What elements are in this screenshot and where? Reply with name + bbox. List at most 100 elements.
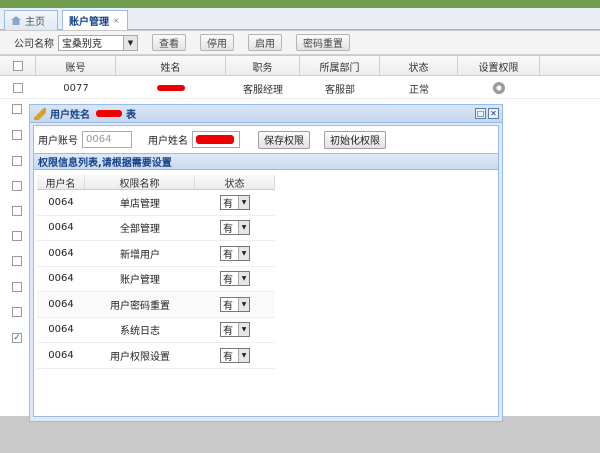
redaction-mark bbox=[96, 110, 122, 117]
row-checkbox[interactable] bbox=[12, 104, 22, 117]
maximize-icon[interactable]: □ bbox=[475, 108, 486, 119]
grid-header: 账号 姓名 职务 所属部门 状态 设置权限 bbox=[0, 56, 600, 76]
view-button[interactable]: 查看 bbox=[152, 34, 186, 51]
table-row[interactable]: 0064 系统日志 有 ▼ bbox=[37, 318, 275, 343]
account-label: 用户账号 bbox=[38, 136, 78, 147]
chevron-down-icon: ▼ bbox=[238, 297, 249, 311]
status-select[interactable]: 有 ▼ bbox=[220, 271, 250, 287]
permission-dialog: 用户姓名 表 □ ✕ 用户账号 0064 用户姓名 保存权限 初始化权限 权限信… bbox=[29, 104, 503, 422]
status-select[interactable]: 有 ▼ bbox=[220, 194, 250, 210]
tab-bar: 主页 账户管理 × bbox=[0, 8, 600, 30]
row-checkbox[interactable] bbox=[12, 156, 22, 169]
table-row[interactable]: 0064 单店管理 有 ▼ bbox=[37, 190, 275, 216]
chevron-down-icon: ▼ bbox=[238, 195, 249, 209]
cell-settings bbox=[458, 77, 540, 99]
status-select[interactable]: 有 ▼ bbox=[220, 347, 250, 363]
status-value: 有 bbox=[223, 275, 233, 287]
close-icon[interactable]: × bbox=[113, 16, 120, 25]
chevron-down-icon: ▼ bbox=[238, 246, 249, 260]
dialog-body: 用户账号 0064 用户姓名 保存权限 初始化权限 权限信息列表,请根据需要设置… bbox=[33, 125, 499, 417]
status-select[interactable]: 有 ▼ bbox=[220, 322, 250, 338]
col-account[interactable]: 账号 bbox=[36, 56, 116, 76]
perm-user: 0064 bbox=[48, 349, 74, 361]
toolbar: 公司名称 宝桑别克 ▼ 查看 停用 启用 密码重置 bbox=[0, 31, 600, 55]
table-row[interactable]: 0064 用户密码重置 有 ▼ bbox=[37, 292, 275, 318]
dialog-title-bar[interactable]: 用户姓名 表 bbox=[30, 105, 502, 123]
select-all-cell bbox=[0, 56, 36, 76]
status-value: 有 bbox=[223, 351, 233, 363]
table-row[interactable]: 0064 全部管理 有 ▼ bbox=[37, 216, 275, 241]
tab-home-label: 主页 bbox=[25, 17, 45, 28]
top-strip bbox=[0, 0, 600, 8]
chevron-down-icon: ▼ bbox=[238, 348, 249, 362]
section-title: 权限信息列表,请根据需要设置 bbox=[34, 154, 498, 170]
gear-icon[interactable] bbox=[493, 82, 505, 94]
col-permission-status[interactable]: 状态 bbox=[195, 175, 275, 190]
status-value: 有 bbox=[223, 300, 233, 312]
perm-status-cell: 有 ▼ bbox=[195, 343, 275, 368]
row-checkbox[interactable] bbox=[13, 83, 23, 93]
account-field[interactable]: 0064 bbox=[82, 131, 132, 148]
company-select[interactable]: 宝桑别克 ▼ bbox=[58, 34, 138, 51]
perm-name: 账户管理 bbox=[120, 275, 160, 287]
col-permission-name[interactable]: 权限名称 bbox=[85, 175, 195, 190]
enable-button[interactable]: 启用 bbox=[248, 34, 282, 51]
pencil-icon bbox=[34, 107, 46, 120]
tab-account-management[interactable]: 账户管理 × bbox=[62, 10, 128, 30]
reset-password-button[interactable]: 密码重置 bbox=[296, 34, 350, 51]
select-all-checkbox[interactable] bbox=[12, 61, 23, 71]
col-role[interactable]: 职务 bbox=[226, 56, 300, 76]
status-value: 有 bbox=[223, 326, 233, 338]
close-icon[interactable]: ✕ bbox=[488, 108, 499, 119]
perm-name: 用户密码重置 bbox=[110, 300, 170, 312]
chevron-down-icon: ▼ bbox=[238, 221, 249, 235]
col-name[interactable]: 姓名 bbox=[116, 56, 226, 76]
table-row[interactable]: 0064 用户权限设置 有 ▼ bbox=[37, 343, 275, 369]
chevron-down-icon: ▼ bbox=[238, 272, 249, 286]
perm-name: 新增用户 bbox=[120, 249, 160, 261]
col-status[interactable]: 状态 bbox=[380, 56, 458, 76]
dialog-tools: □ ✕ bbox=[475, 108, 499, 119]
row-checkbox[interactable] bbox=[12, 282, 22, 295]
perm-status-cell: 有 ▼ bbox=[195, 216, 275, 241]
row-checkbox-checked[interactable]: ✓ bbox=[12, 333, 22, 343]
status-select[interactable]: 有 ▼ bbox=[220, 296, 250, 312]
perm-user: 0064 bbox=[48, 247, 74, 259]
permission-table: 用户名 权限名称 状态 0064 单店管理 有 ▼ 0064 全部管理 有 ▼ 00… bbox=[37, 175, 275, 369]
tab-home[interactable]: 主页 bbox=[4, 10, 58, 30]
table-row[interactable]: 0064 账户管理 有 ▼ bbox=[37, 267, 275, 292]
table-row[interactable]: 0077 客服经理 客服部 正常 bbox=[0, 77, 600, 99]
cell-name bbox=[116, 77, 226, 99]
init-permission-button[interactable]: 初始化权限 bbox=[324, 130, 386, 149]
dialog-title: 用户姓名 bbox=[50, 110, 90, 121]
col-username[interactable]: 用户名 bbox=[37, 175, 85, 190]
perm-name: 系统日志 bbox=[120, 326, 160, 338]
table-row[interactable]: 0064 新增用户 有 ▼ bbox=[37, 241, 275, 267]
chevron-down-icon: ▼ bbox=[123, 35, 137, 50]
user-form-row: 用户账号 0064 用户姓名 保存权限 初始化权限 bbox=[34, 126, 498, 154]
tab-account-label: 账户管理 bbox=[69, 17, 109, 28]
row-checkbox[interactable] bbox=[12, 256, 22, 269]
perm-status-cell: 有 ▼ bbox=[195, 267, 275, 292]
perm-status-cell: 有 ▼ bbox=[195, 318, 275, 343]
redaction-mark bbox=[157, 85, 185, 91]
permission-table-header: 用户名 权限名称 状态 bbox=[37, 175, 275, 190]
perm-user: 0064 bbox=[48, 222, 74, 234]
row-checkbox[interactable] bbox=[12, 206, 22, 219]
row-checkbox[interactable] bbox=[12, 307, 22, 320]
row-checkbox-cell bbox=[0, 77, 36, 99]
row-checkbox[interactable] bbox=[12, 181, 22, 194]
status-value: 有 bbox=[223, 224, 233, 236]
col-permissions[interactable]: 设置权限 bbox=[458, 56, 540, 76]
row-checkbox[interactable] bbox=[12, 231, 22, 244]
status-select[interactable]: 有 ▼ bbox=[220, 245, 250, 261]
status-select[interactable]: 有 ▼ bbox=[220, 220, 250, 236]
disable-button[interactable]: 停用 bbox=[200, 34, 234, 51]
perm-user: 0064 bbox=[48, 196, 74, 208]
save-permission-button[interactable]: 保存权限 bbox=[258, 130, 310, 149]
name-field[interactable] bbox=[192, 131, 240, 148]
status-value: 有 bbox=[223, 198, 233, 210]
row-checkbox[interactable] bbox=[12, 130, 22, 143]
col-dept[interactable]: 所属部门 bbox=[300, 56, 380, 76]
chevron-down-icon: ▼ bbox=[238, 323, 249, 337]
